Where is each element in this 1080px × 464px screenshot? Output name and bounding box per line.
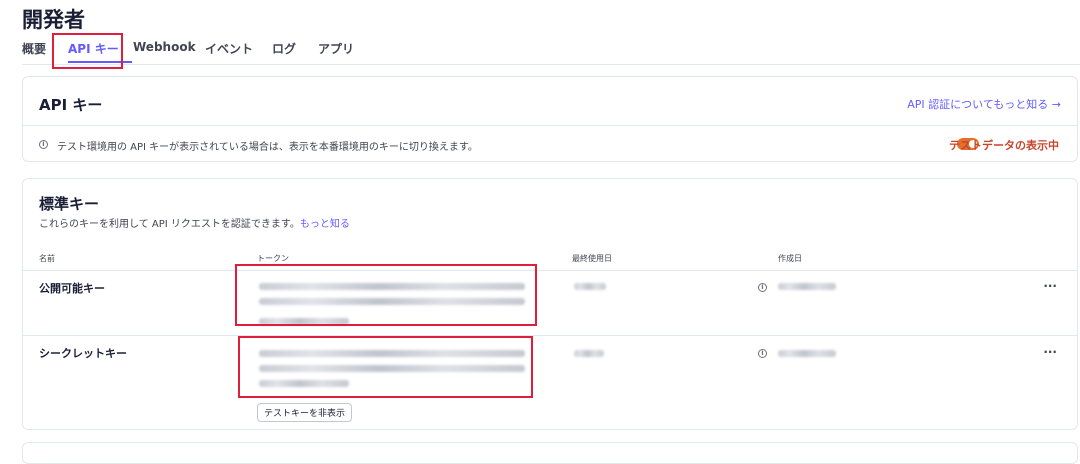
page-title: 開発者 — [22, 8, 85, 32]
info-icon: i — [39, 140, 48, 149]
annotation-highlight-tab — [52, 33, 123, 69]
standard-keys-card: 標準キー これらのキーを利用して API リクエストを認証できます。もっと知る … — [22, 178, 1078, 430]
description-text: これらのキーを利用して API リクエストを認証できます。 — [39, 219, 300, 230]
tab-webhook[interactable]: Webhook — [133, 40, 196, 54]
standard-keys-heading: 標準キー — [39, 195, 100, 213]
info-icon[interactable]: i — [758, 349, 767, 358]
api-keys-heading: API キー — [39, 96, 103, 114]
divider — [23, 125, 1077, 126]
tab-events[interactable]: イベント — [205, 40, 253, 57]
column-header-created: 作成日 — [778, 254, 802, 263]
tab-bar: 概要 API キー Webhook イベント ログ アプリ — [22, 40, 1080, 65]
tab-apps[interactable]: アプリ — [318, 40, 354, 57]
created-date-redacted — [778, 350, 836, 357]
tab-overview[interactable]: 概要 — [22, 40, 46, 57]
hide-test-key-button[interactable]: テストキーを非表示 — [257, 403, 353, 422]
last-used-redacted — [574, 283, 606, 290]
api-keys-card: API キー API 認証についてもっと知る → i テスト環境用の API キ… — [22, 76, 1078, 162]
learn-api-auth-link[interactable]: API 認証についてもっと知る → — [907, 96, 1061, 112]
column-header-name: 名前 — [39, 254, 55, 263]
column-header-token: トークン — [257, 254, 289, 263]
row-more-icon[interactable]: ··· — [1043, 279, 1057, 293]
secret-key-name: シークレットキー — [39, 347, 127, 360]
annotation-highlight-publishable-token — [235, 264, 537, 326]
publishable-key-name: 公開可能キー — [39, 282, 105, 295]
row-more-icon[interactable]: ··· — [1043, 345, 1057, 359]
test-mode-info-text: テスト環境用の API キーが表示されている場合は、表示を本番環境用のキーに切り… — [57, 142, 478, 153]
info-icon[interactable]: i — [758, 283, 767, 292]
standard-keys-description: これらのキーを利用して API リクエストを認証できます。もっと知る — [39, 215, 350, 230]
divider — [23, 335, 1077, 336]
next-card — [22, 442, 1078, 464]
learn-more-link[interactable]: もっと知る — [300, 219, 350, 230]
tab-logs[interactable]: ログ — [272, 40, 296, 57]
test-data-toggle-label[interactable]: テストデータの表示中 — [949, 137, 1059, 153]
column-header-last-used: 最終使用日 — [572, 254, 612, 263]
divider — [23, 270, 1077, 271]
annotation-highlight-secret-token — [238, 336, 533, 398]
created-date-redacted — [778, 283, 836, 290]
last-used-redacted — [574, 350, 604, 357]
